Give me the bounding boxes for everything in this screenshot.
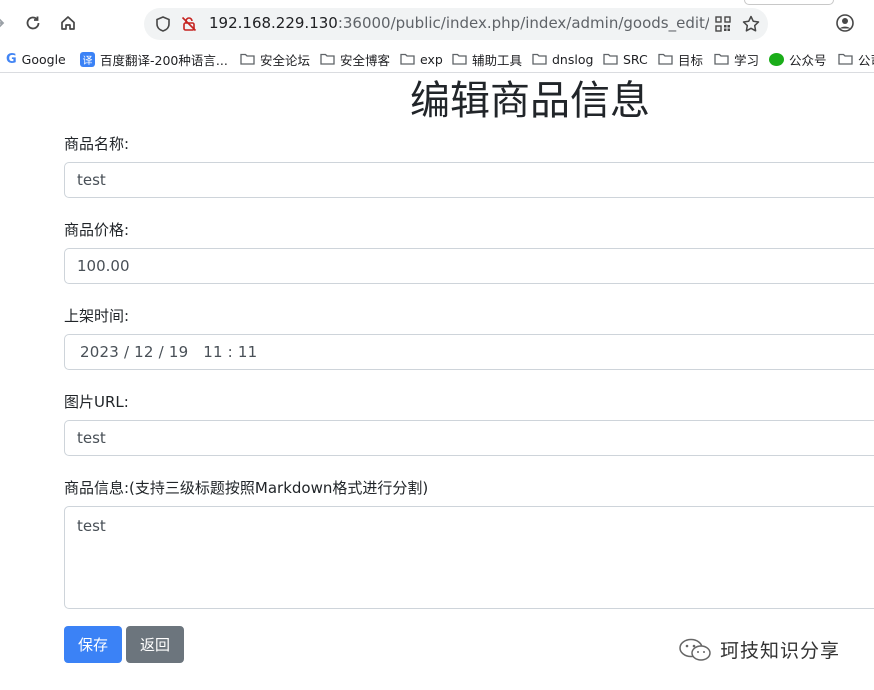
folder-icon <box>714 53 729 65</box>
image-url-label: 图片URL: <box>64 393 129 411</box>
folder-icon <box>240 53 255 65</box>
bookmark-star-icon[interactable] <box>741 14 761 38</box>
folder-icon <box>658 53 673 65</box>
shield-icon[interactable] <box>154 15 172 37</box>
bookmark-label: 辅助工具 <box>472 52 523 68</box>
url-host: 192.168.229.130 <box>209 14 338 32</box>
not-secure-lock-icon[interactable] <box>180 15 198 37</box>
bookmarks-bar: G Google 译 百度翻译-200种语言... 安全论坛 安全博客 exp … <box>0 46 874 73</box>
goods-info-label: 商品信息:(支持三级标题按照Markdown格式进行分割) <box>64 479 429 497</box>
listing-time-label: 上架时间: <box>64 307 130 325</box>
browser-toolbar: 192.168.229.130:36000/public/index.php/i… <box>0 0 874 46</box>
baidu-translate-icon: 译 <box>80 51 95 67</box>
save-button[interactable]: 保存 <box>64 626 122 663</box>
bookmark-label: 公众号 <box>789 52 827 68</box>
bookmark-label: 目标 <box>678 52 704 68</box>
folder-icon <box>603 53 618 65</box>
folder-icon <box>838 53 853 65</box>
address-bar[interactable]: 192.168.229.130:36000/public/index.php/i… <box>144 8 768 40</box>
bookmark-folder-exp[interactable]: exp <box>400 50 443 68</box>
wechat-watermark-icon <box>678 638 712 662</box>
watermark: 珂技知识分享 <box>678 636 840 663</box>
folder-icon <box>532 53 547 65</box>
bookmark-folder-security-blog[interactable]: 安全博客 <box>320 50 390 68</box>
folder-icon <box>452 53 467 65</box>
bookmark-label: 安全博客 <box>340 52 391 68</box>
bookmark-folder-company[interactable]: 公司 <box>838 50 874 68</box>
bookmark-folder-target[interactable]: 目标 <box>658 50 703 68</box>
bookmark-label: Google <box>21 51 66 67</box>
bookmark-label: 学习 <box>734 52 760 68</box>
reload-icon[interactable] <box>21 11 45 35</box>
goods-price-label: 商品价格: <box>64 221 130 239</box>
tab-edge <box>744 0 834 5</box>
bookmark-label: 公司 <box>858 52 874 68</box>
profile-avatar-icon[interactable] <box>835 13 855 37</box>
bookmark-folder-tools[interactable]: 辅助工具 <box>452 50 522 68</box>
folder-icon <box>320 53 335 65</box>
bookmark-folder-study[interactable]: 学习 <box>714 50 759 68</box>
qr-code-icon[interactable] <box>715 16 731 36</box>
bookmark-label: 百度翻译-200种语言... <box>100 52 228 68</box>
url-text[interactable]: 192.168.229.130:36000/public/index.php/i… <box>209 14 709 34</box>
google-icon: G <box>6 51 17 67</box>
bookmark-wechat-account[interactable]: 公众号 <box>769 50 827 68</box>
wechat-icon <box>769 52 784 66</box>
back-button[interactable]: 返回 <box>126 626 184 663</box>
bookmark-folder-src[interactable]: SRC <box>603 50 648 68</box>
image-url-input[interactable] <box>64 420 874 456</box>
bookmark-folder-dnslog[interactable]: dnslog <box>532 50 593 68</box>
goods-info-textarea[interactable]: test <box>64 506 874 609</box>
forward-arrow-icon[interactable] <box>0 11 10 35</box>
goods-price-input[interactable] <box>64 248 874 284</box>
bookmark-label: 安全论坛 <box>260 52 311 68</box>
bookmark-baidu-translate[interactable]: 译 百度翻译-200种语言... <box>80 50 228 68</box>
listing-time-input[interactable] <box>64 334 874 370</box>
goods-name-input[interactable] <box>64 162 874 198</box>
url-path: :36000/public/index.php/index/admin/good… <box>337 14 709 32</box>
folder-icon <box>400 53 415 65</box>
bookmark-google[interactable]: G Google <box>6 50 66 68</box>
edit-goods-page: 编辑商品信息 商品名称: 商品价格: 上架时间: 图片URL: 商品信息:(支持… <box>0 73 874 690</box>
bookmark-label: dnslog <box>552 51 594 67</box>
home-icon[interactable] <box>56 11 80 35</box>
goods-name-label: 商品名称: <box>64 135 130 153</box>
watermark-text: 珂技知识分享 <box>720 640 841 662</box>
bookmark-folder-security-forum[interactable]: 安全论坛 <box>240 50 310 68</box>
bookmark-label: SRC <box>623 51 648 67</box>
page-title: 编辑商品信息 <box>410 78 650 124</box>
bookmark-label: exp <box>420 51 443 67</box>
